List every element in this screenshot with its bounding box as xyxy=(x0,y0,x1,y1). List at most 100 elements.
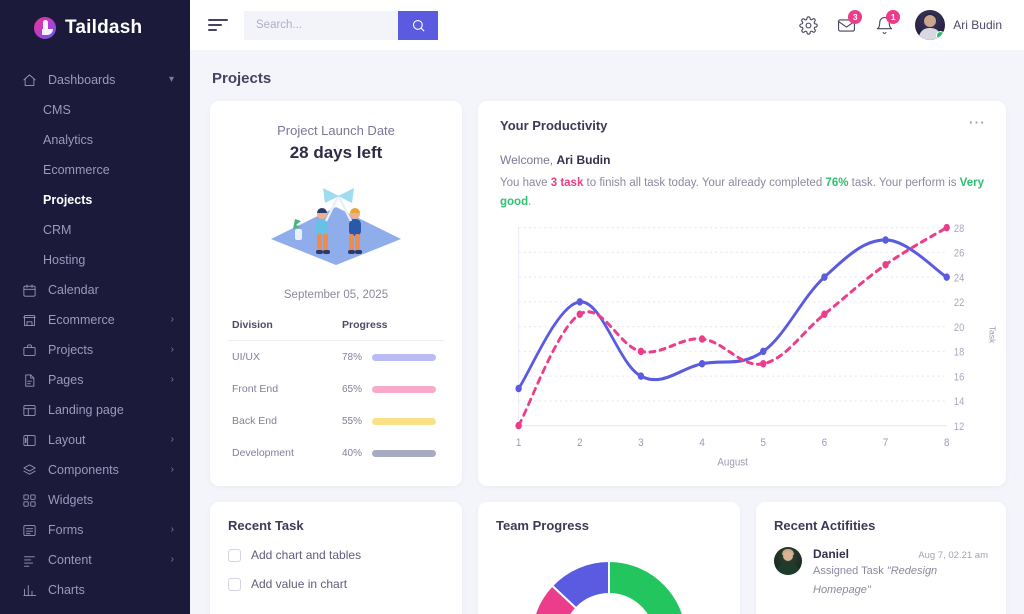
summary-text-d: . xyxy=(528,195,532,208)
notifications-button[interactable]: 1 xyxy=(875,9,901,35)
topbar-actions: 3 1 Ari Budin xyxy=(799,9,1002,40)
chevron-right-icon[interactable]: › xyxy=(171,525,174,535)
recent-activities-card: Recent Actifities Daniel Aug 7, 02.21 am… xyxy=(756,502,1006,614)
productivity-header: Your Productivity ⋯ xyxy=(500,114,986,133)
list-item[interactable]: Add chart and tables xyxy=(228,548,444,562)
chevron-right-icon[interactable]: › xyxy=(171,375,174,385)
division-name: Back End xyxy=(232,415,277,427)
content-area: Projects Project Launch Date 28 days lef… xyxy=(190,50,1024,614)
sidebar-nav: Dashboards ▾ CMS Analytics Ecommerce Pro… xyxy=(0,55,190,605)
sidebar-icon xyxy=(22,433,37,448)
messages-button[interactable]: 3 xyxy=(837,9,863,35)
hamburger-icon[interactable] xyxy=(208,19,228,31)
chevron-right-icon[interactable]: › xyxy=(171,465,174,475)
division-percent: 55% xyxy=(342,415,363,427)
svg-text:8: 8 xyxy=(944,436,950,449)
more-horizontal-icon[interactable]: ⋯ xyxy=(968,114,986,131)
sidebar-subitem-cms[interactable]: CMS xyxy=(0,95,190,125)
svg-text:18: 18 xyxy=(954,347,965,359)
task-checkbox[interactable] xyxy=(228,548,241,562)
svg-text:2: 2 xyxy=(577,436,583,449)
chevron-right-icon[interactable]: › xyxy=(171,315,174,325)
sidebar-item-label: Forms xyxy=(48,523,84,537)
user-menu[interactable]: Ari Budin xyxy=(915,10,1002,40)
sidebar-subitem-ecommerce[interactable]: Ecommerce xyxy=(0,155,190,185)
sidebar-item-ecommerce[interactable]: Ecommerce › xyxy=(0,305,190,335)
brand[interactable]: Taildash xyxy=(0,0,190,55)
layout-icon xyxy=(22,403,37,418)
project-launch-card: Project Launch Date 28 days left Septemb… xyxy=(210,101,462,486)
launch-days-left: 28 days left xyxy=(289,143,383,162)
list-item[interactable]: Add value in chart xyxy=(228,577,444,591)
activity-user-name: Daniel xyxy=(813,547,850,561)
svg-text:14: 14 xyxy=(954,396,965,408)
layers-icon xyxy=(22,463,37,478)
main-area: 3 1 Ari Budin Projects xyxy=(190,0,1024,614)
chevron-right-icon[interactable]: › xyxy=(171,435,174,445)
sidebar-item-label: Projects xyxy=(48,343,94,357)
sidebar-item-label: Layout xyxy=(48,433,86,447)
gear-icon xyxy=(799,15,818,35)
table-row: UI/UX 78% xyxy=(228,341,444,373)
svg-text:3: 3 xyxy=(638,436,644,449)
table-header: Division Progress xyxy=(228,319,444,341)
team-progress-donut xyxy=(509,539,709,614)
division-name: Development xyxy=(232,447,294,459)
table-row: Front End 65% xyxy=(228,373,444,405)
svg-text:August: August xyxy=(717,456,748,469)
search-icon xyxy=(412,19,425,32)
svg-text:6: 6 xyxy=(822,436,828,449)
welcome-user-name: Ari Budin xyxy=(556,153,611,167)
sidebar-subitem-label: Projects xyxy=(43,193,93,207)
svg-text:12: 12 xyxy=(954,421,965,433)
widgets-icon xyxy=(22,493,37,508)
form-icon xyxy=(22,523,37,538)
svg-text:4: 4 xyxy=(699,436,705,449)
sidebar-item-layout[interactable]: Layout › xyxy=(0,425,190,455)
svg-text:22: 22 xyxy=(954,297,965,309)
launch-card-title: Project Launch Date xyxy=(277,123,395,138)
chevron-down-icon[interactable]: ▾ xyxy=(169,75,174,85)
sidebar-item-forms[interactable]: Forms › xyxy=(0,515,190,545)
sidebar-item-pages[interactable]: Pages › xyxy=(0,365,190,395)
sidebar-item-charts[interactable]: Charts xyxy=(0,575,190,605)
file-icon xyxy=(22,373,37,388)
team-flags-illustration xyxy=(228,177,444,269)
table-row: Development 40% xyxy=(228,437,444,469)
sidebar-item-landing-page[interactable]: Landing page xyxy=(0,395,190,425)
brand-name: Taildash xyxy=(65,17,143,38)
search-input[interactable] xyxy=(244,10,398,40)
sidebar-item-calendar[interactable]: Calendar xyxy=(0,275,190,305)
sidebar-subitem-crm[interactable]: CRM xyxy=(0,215,190,245)
search-button[interactable] xyxy=(398,10,438,40)
chevron-right-icon[interactable]: › xyxy=(171,345,174,355)
settings-button[interactable] xyxy=(799,15,818,35)
division-percent: 65% xyxy=(342,383,363,395)
progress-bar xyxy=(372,417,436,425)
sidebar-subitem-analytics[interactable]: Analytics xyxy=(0,125,190,155)
page-title: Projects xyxy=(212,70,272,87)
productivity-chart: 12 14 16 18 20 22 24 26 28 1 2 3 4 5 6 7 8 August Task xyxy=(500,218,997,476)
column-header-division: Division xyxy=(232,319,273,331)
sidebar-item-content[interactable]: Content › xyxy=(0,545,190,575)
sidebar-item-widgets[interactable]: Widgets xyxy=(0,485,190,515)
task-checkbox[interactable] xyxy=(228,577,241,591)
bottom-row: Recent Task Add chart and tables Add val… xyxy=(210,502,1006,614)
sidebar-item-projects[interactable]: Projects › xyxy=(0,335,190,365)
division-table: Division Progress UI/UX 78% Front End 65… xyxy=(228,319,444,469)
recent-task-card: Recent Task Add chart and tables Add val… xyxy=(210,502,462,614)
chevron-right-icon[interactable]: › xyxy=(171,555,174,565)
sidebar-subitem-label: Ecommerce xyxy=(43,163,110,177)
productivity-summary: You have 3 task to finish all task today… xyxy=(500,174,986,212)
svg-text:24: 24 xyxy=(954,273,965,285)
sidebar-item-label: Components xyxy=(48,463,119,477)
sidebar-item-components[interactable]: Components › xyxy=(0,455,190,485)
chart-y-axis-label: Task xyxy=(987,325,997,344)
sidebar-subitem-hosting[interactable]: Hosting xyxy=(0,245,190,275)
sidebar-item-dashboards[interactable]: Dashboards ▾ xyxy=(0,65,190,95)
search-bar xyxy=(244,10,438,40)
sidebar-subitem-projects[interactable]: Projects xyxy=(0,185,190,215)
summary-text-c: task. Your perform is xyxy=(848,177,960,189)
task-label: Add value in chart xyxy=(251,577,348,591)
sidebar-item-label: Charts xyxy=(48,583,85,597)
